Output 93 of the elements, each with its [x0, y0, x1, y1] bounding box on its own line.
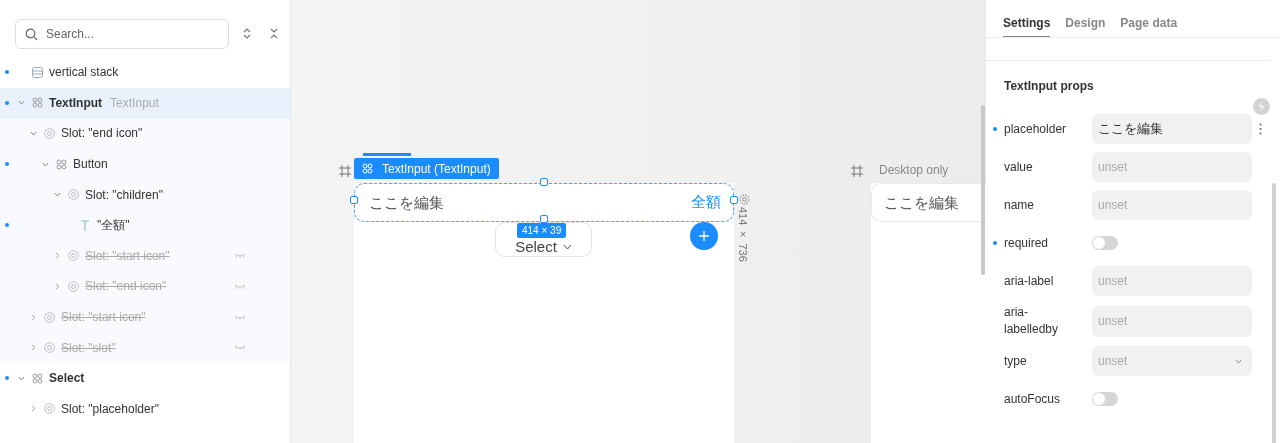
tag-label: TextInput (TextInput)	[382, 161, 491, 176]
hidden-eye-icon[interactable]	[234, 253, 246, 259]
more-icon[interactable]	[1259, 123, 1262, 135]
item-label: Button	[73, 157, 108, 172]
prop-label: value	[1004, 158, 1034, 176]
resize-handle[interactable]	[540, 178, 548, 186]
caret-icon[interactable]	[54, 252, 60, 260]
prop-label: required	[1004, 234, 1050, 252]
prop-label: placeholder	[1004, 120, 1068, 138]
component-icon	[55, 158, 67, 170]
caret-icon[interactable]	[29, 131, 37, 136]
lightning-icon[interactable]	[1253, 98, 1270, 115]
hidden-eye-icon[interactable]	[234, 345, 246, 351]
input-field[interactable]: ここを編集	[367, 193, 691, 212]
item-label: Slot: "end icon"	[85, 279, 167, 294]
scrollbar[interactable]	[1272, 183, 1276, 443]
prop-label: autoFocus	[1004, 390, 1062, 408]
settings-icon[interactable]	[739, 194, 750, 205]
resize-handle[interactable]	[350, 196, 358, 204]
tab[interactable]: Settings	[1003, 10, 1051, 37]
slot-icon	[43, 311, 55, 323]
item-label: Slot: "start icon"	[85, 248, 170, 263]
tree-item[interactable]: "全額"	[0, 209, 290, 241]
text-input[interactable]: ここを編集 全額	[354, 183, 734, 222]
tree-item[interactable]: Slot: "end icon"	[0, 118, 290, 149]
item-label: Slot: "children"	[85, 187, 163, 202]
prop-label: aria-label	[1004, 272, 1055, 290]
tree-item[interactable]: Slot: "children"	[0, 179, 290, 210]
toggle-switch[interactable]	[1092, 392, 1118, 406]
expand-icon[interactable]	[243, 28, 251, 39]
slot-icon	[43, 342, 55, 354]
item-label: vertical stack	[49, 65, 119, 80]
item-label: Slot: "placeholder"	[61, 401, 159, 416]
item-label: "全額"	[97, 216, 130, 234]
frame-icon[interactable]	[851, 165, 863, 177]
tab[interactable]: Page data	[1120, 10, 1178, 36]
caret-icon[interactable]	[54, 282, 60, 290]
end-button[interactable]: 全額	[691, 193, 721, 212]
slot-icon	[67, 189, 79, 201]
caret-icon[interactable]	[30, 313, 36, 321]
chevron-down-icon	[1235, 358, 1242, 364]
tab[interactable]: Design	[1065, 10, 1106, 36]
prop-field[interactable]: unset	[1092, 190, 1252, 220]
caret-icon[interactable]	[41, 161, 49, 167]
chevron-down-icon	[562, 243, 572, 250]
tree-item[interactable]: Select	[0, 362, 290, 394]
caret-icon[interactable]	[30, 344, 36, 352]
tree-item[interactable]: TextInput TextInput	[0, 87, 290, 119]
slot-icon	[67, 280, 79, 292]
stack-icon	[31, 66, 43, 78]
prop-label: name	[1004, 196, 1036, 214]
item-label: Select	[49, 371, 85, 386]
prop-label: aria-labelledby	[1004, 304, 1060, 338]
search-field[interactable]: Search...	[15, 18, 229, 49]
prop-field[interactable]: unset	[1092, 266, 1252, 296]
slot-icon	[67, 250, 79, 262]
collapse-icon[interactable]	[270, 28, 278, 39]
tree-item[interactable]: vertical stack	[0, 57, 290, 88]
search-icon	[25, 27, 38, 41]
frame-label: Desktop only	[879, 163, 949, 177]
prop-field[interactable]: unset	[1092, 152, 1252, 182]
toggle-switch[interactable]	[1092, 236, 1118, 250]
input-field[interactable]: ここを編集	[882, 193, 986, 212]
frame-icon[interactable]	[339, 165, 351, 177]
component-icon	[31, 97, 43, 109]
caret-icon[interactable]	[17, 375, 25, 381]
text-input[interactable]: ここを編集	[871, 183, 986, 222]
slot-icon	[43, 128, 55, 139]
text-icon	[80, 219, 90, 231]
scrollbar[interactable]	[981, 105, 985, 275]
prop-field[interactable]: unset	[1092, 305, 1252, 337]
section-title: TextInput props	[1003, 78, 1095, 95]
item-label: Slot: "start icon"	[61, 310, 146, 325]
caret-icon[interactable]	[53, 192, 61, 198]
slot-icon	[43, 403, 55, 415]
item-label: TextInput	[49, 95, 103, 110]
frame-size: 414 × 736	[737, 207, 749, 262]
component-icon	[362, 163, 373, 174]
caret-icon[interactable]	[17, 100, 25, 106]
hidden-eye-icon[interactable]	[234, 314, 246, 320]
prop-field[interactable]: ここを編集	[1092, 114, 1252, 144]
size-badge: 414 × 39	[517, 223, 567, 238]
prop-label: type	[1004, 352, 1028, 370]
item-type: TextInput	[110, 95, 159, 110]
tree-item[interactable]: Slot: "placeholder"	[0, 393, 290, 425]
resize-handle[interactable]	[730, 196, 738, 204]
caret-icon[interactable]	[30, 405, 36, 413]
item-label: Slot: "end icon"	[61, 126, 143, 141]
tree-item[interactable]: Button	[0, 148, 290, 180]
hidden-eye-icon[interactable]	[234, 283, 246, 289]
component-icon	[31, 372, 43, 384]
plus-icon	[699, 231, 709, 241]
item-label: Slot: "slot"	[61, 340, 116, 355]
